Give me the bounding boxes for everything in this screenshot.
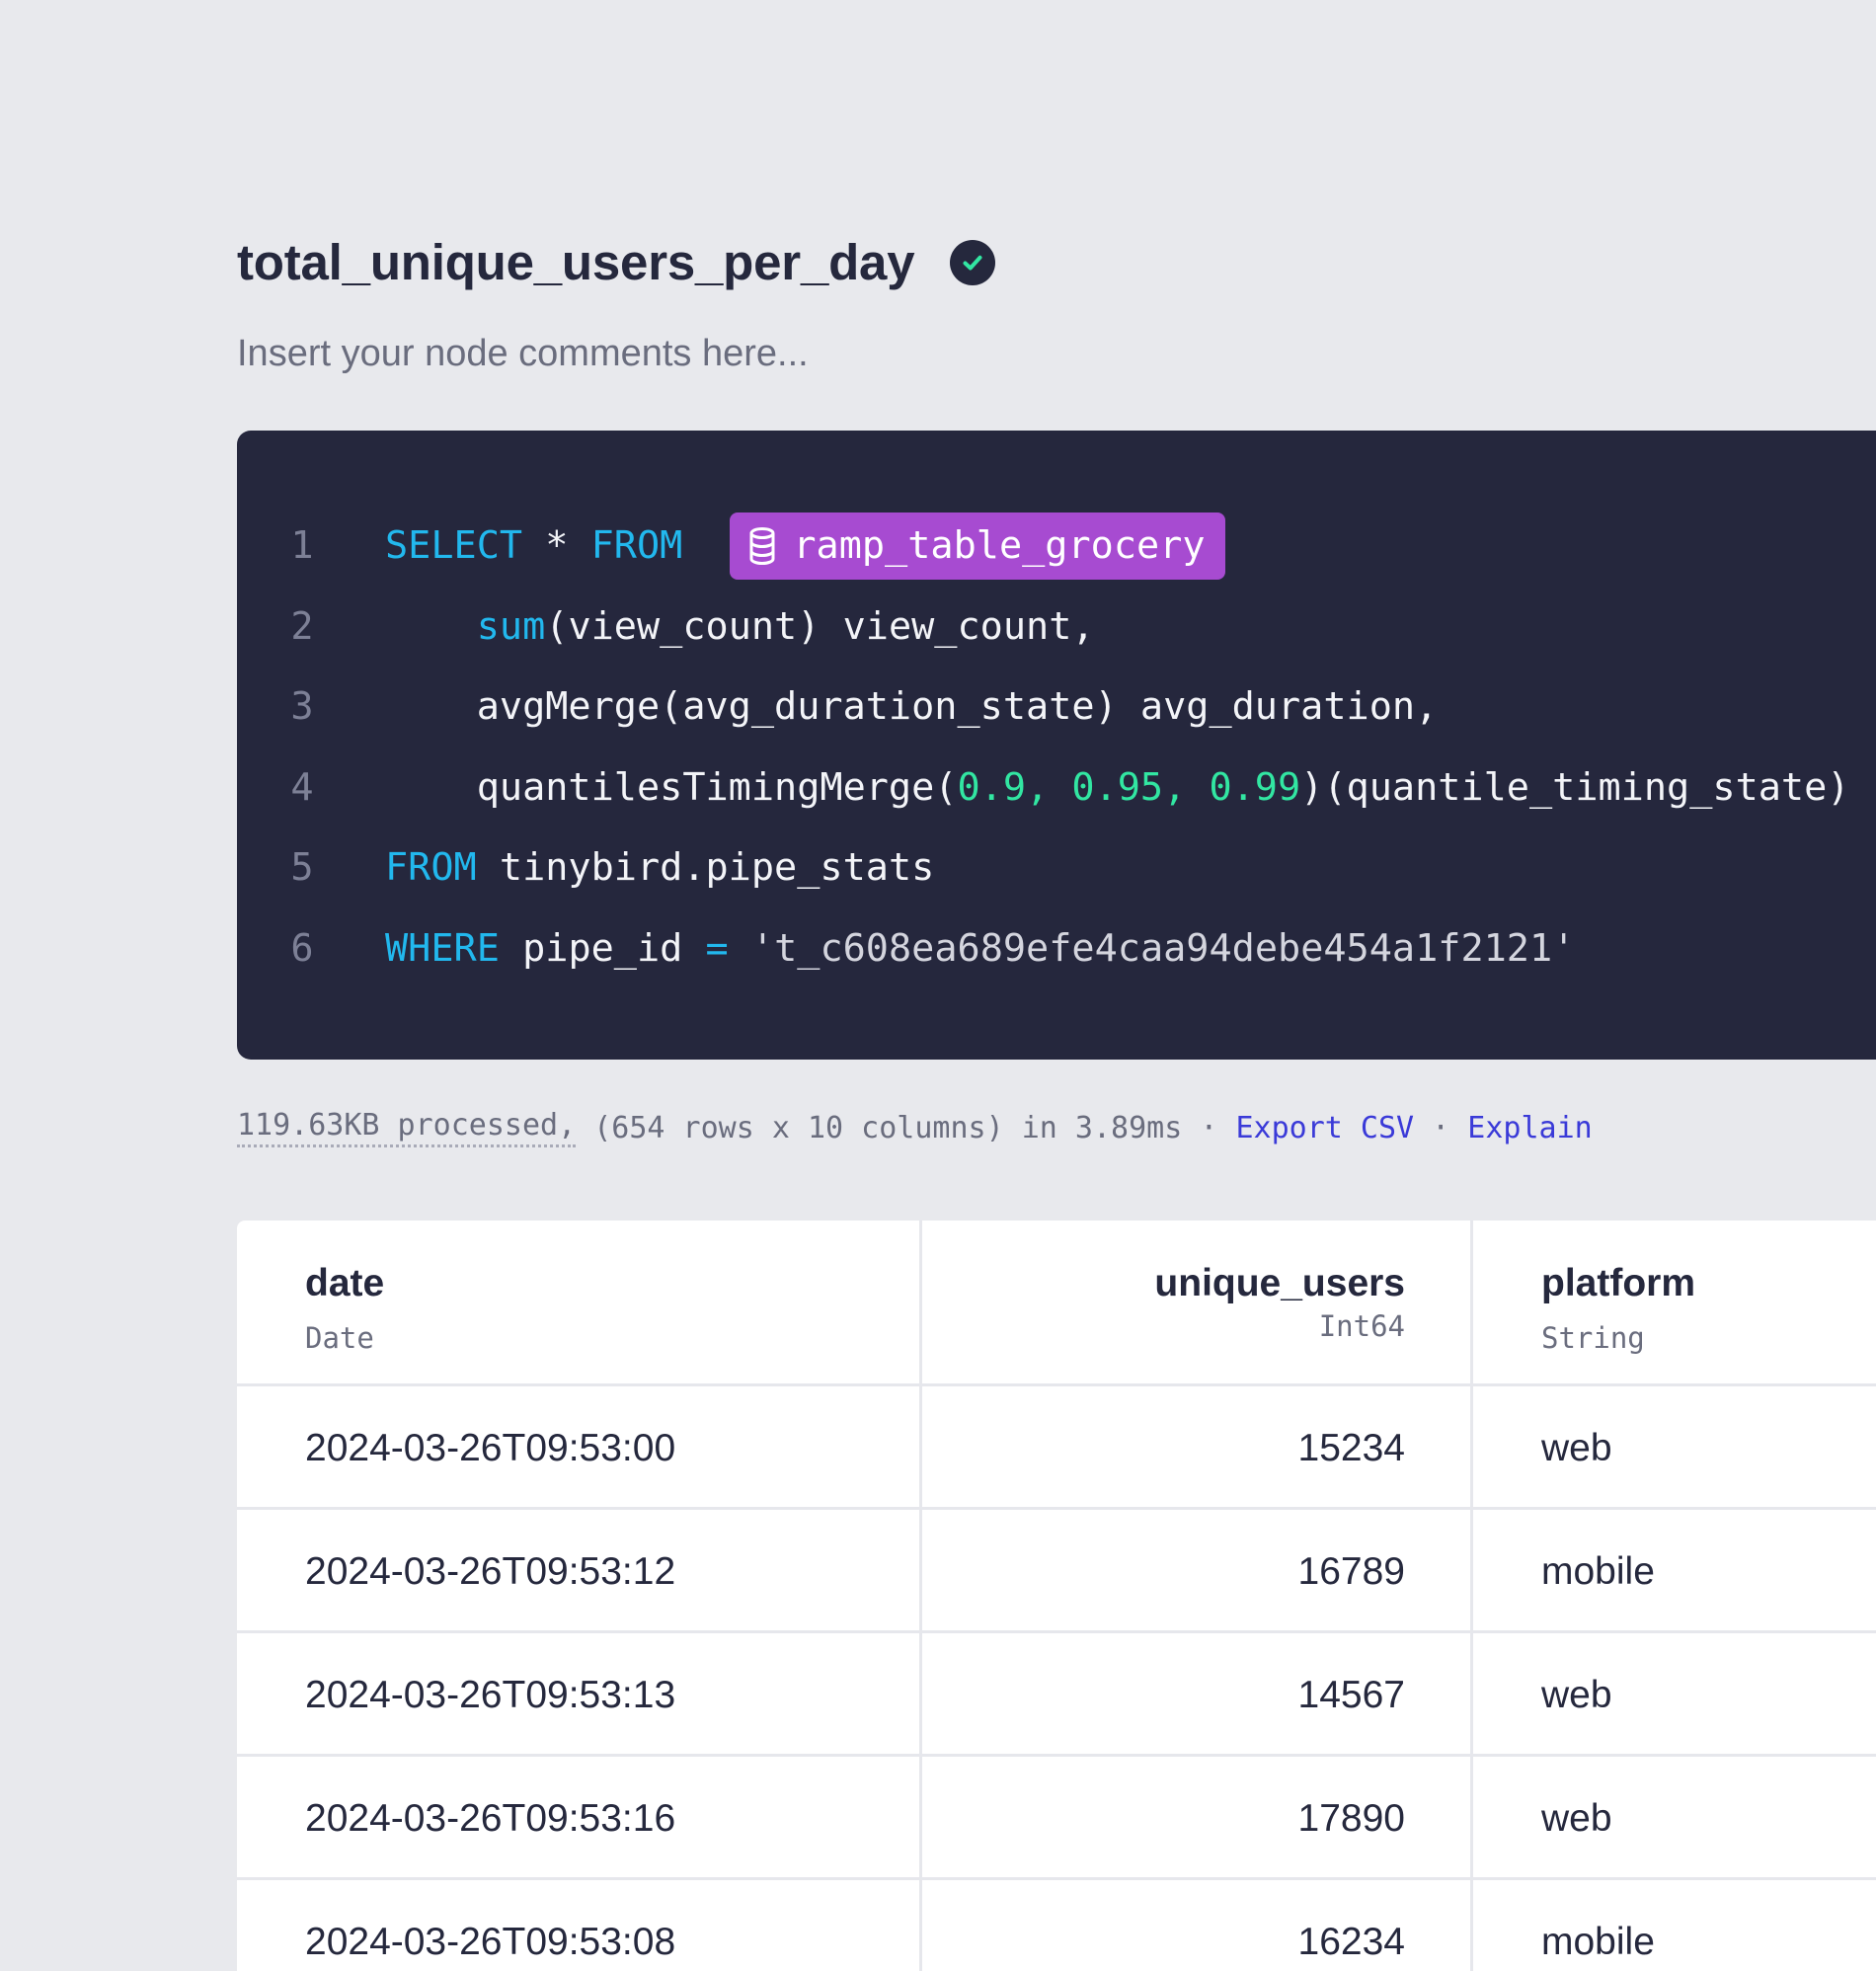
line-number: 4: [290, 765, 314, 810]
code-text: sum (view_count) view_count,: [476, 604, 1095, 649]
column-type-platform: String: [1541, 1321, 1645, 1355]
sql-text: *: [522, 523, 591, 568]
code-text: quantilesTimingMerge(0.9, 0.95, 0.99)(qu…: [385, 765, 1850, 810]
row-divider: [237, 1507, 1876, 1510]
cell-unique-users: 14567: [1297, 1674, 1405, 1716]
sql-keyword: SELECT: [385, 523, 523, 568]
cell-platform: mobile: [1541, 1550, 1655, 1593]
cell-unique-users: 15234: [1297, 1427, 1405, 1469]
sql-function: sum: [476, 604, 546, 649]
column-type-date: Date: [305, 1321, 374, 1355]
separator: ·: [1200, 1110, 1218, 1145]
table-reference-chip[interactable]: ramp_table_grocery: [730, 512, 1225, 580]
query-stats: 119.63KB processed, (654 rows x 10 colum…: [237, 1108, 1593, 1147]
line-number: 2: [290, 604, 314, 649]
cell-platform: web: [1541, 1674, 1612, 1716]
row-divider: [237, 1630, 1876, 1633]
sql-number: 0.9, 0.95, 0.99: [957, 765, 1301, 810]
code-text: SELECT * FROM ramp_table_grocery: [385, 512, 1225, 580]
row-divider: [237, 1383, 1876, 1386]
cell-platform: web: [1541, 1427, 1612, 1469]
cell-platform: mobile: [1541, 1921, 1655, 1963]
line-number: 5: [290, 845, 314, 890]
table-reference-label: ramp_table_grocery: [793, 523, 1206, 568]
cell-date: 2024-03-26T09:53:16: [305, 1797, 676, 1840]
node-comment-input[interactable]: Insert your node comments here...: [237, 332, 809, 377]
results-table: date Date unique_users Int64 platform St…: [237, 1221, 1876, 1971]
explain-link[interactable]: Explain: [1467, 1111, 1592, 1145]
sql-keyword: FROM: [385, 845, 477, 890]
line-number: 1: [290, 523, 314, 568]
cell-date: 2024-03-26T09:53:12: [305, 1550, 676, 1593]
cell-date: 2024-03-26T09:53:00: [305, 1427, 676, 1469]
export-csv-link[interactable]: Export CSV: [1235, 1111, 1414, 1145]
line-number: 6: [290, 926, 314, 971]
sql-keyword: WHERE: [385, 926, 500, 971]
row-divider: [237, 1877, 1876, 1880]
cell-unique-users: 17890: [1297, 1797, 1405, 1840]
column-header-platform[interactable]: platform: [1541, 1264, 1695, 1302]
sql-keyword: FROM: [590, 523, 683, 568]
line-number: 3: [290, 684, 314, 729]
column-divider: [919, 1221, 922, 1971]
code-text: WHERE pipe_id = 't_c608ea689efe4caa94deb…: [385, 926, 1576, 971]
separator: ·: [1432, 1110, 1450, 1145]
column-header-date[interactable]: date: [305, 1264, 384, 1302]
node-title[interactable]: total_unique_users_per_day: [237, 237, 915, 287]
code-text: FROM tinybird.pipe_stats: [385, 845, 935, 890]
row-divider: [237, 1754, 1876, 1757]
code-text: avgMerge(avg_duration_state) avg_duratio…: [385, 684, 1439, 729]
database-icon: [749, 526, 775, 565]
column-header-unique-users[interactable]: unique_users: [928, 1264, 1405, 1302]
processed-bytes[interactable]: 119.63KB processed,: [237, 1108, 577, 1147]
cell-platform: web: [1541, 1797, 1612, 1840]
cell-unique-users: 16234: [1297, 1921, 1405, 1963]
query-summary: (654 rows x 10 columns) in 3.89ms: [576, 1110, 1201, 1145]
node-header: total_unique_users_per_day: [237, 237, 996, 287]
sql-editor[interactable]: 1 SELECT * FROM ramp_table_grocery 2 sum(…: [237, 431, 1876, 1060]
sql-operator: =: [705, 926, 729, 971]
check-circle-icon: [950, 239, 996, 285]
column-type-unique-users: Int64: [1318, 1309, 1405, 1343]
cell-unique-users: 16789: [1297, 1550, 1405, 1593]
cell-date: 2024-03-26T09:53:08: [305, 1921, 676, 1963]
column-divider: [1470, 1221, 1473, 1971]
cell-date: 2024-03-26T09:53:13: [305, 1674, 676, 1716]
sql-string: 't_c608ea689efe4caa94debe454a1f2121': [750, 926, 1576, 971]
